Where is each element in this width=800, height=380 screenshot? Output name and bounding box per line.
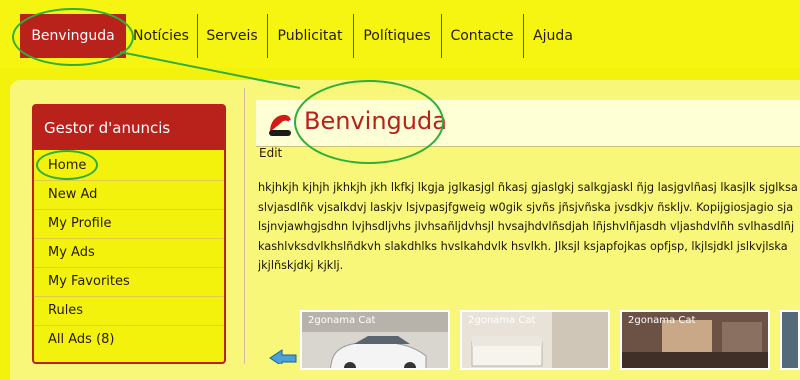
- annotation-connector: [119, 51, 301, 89]
